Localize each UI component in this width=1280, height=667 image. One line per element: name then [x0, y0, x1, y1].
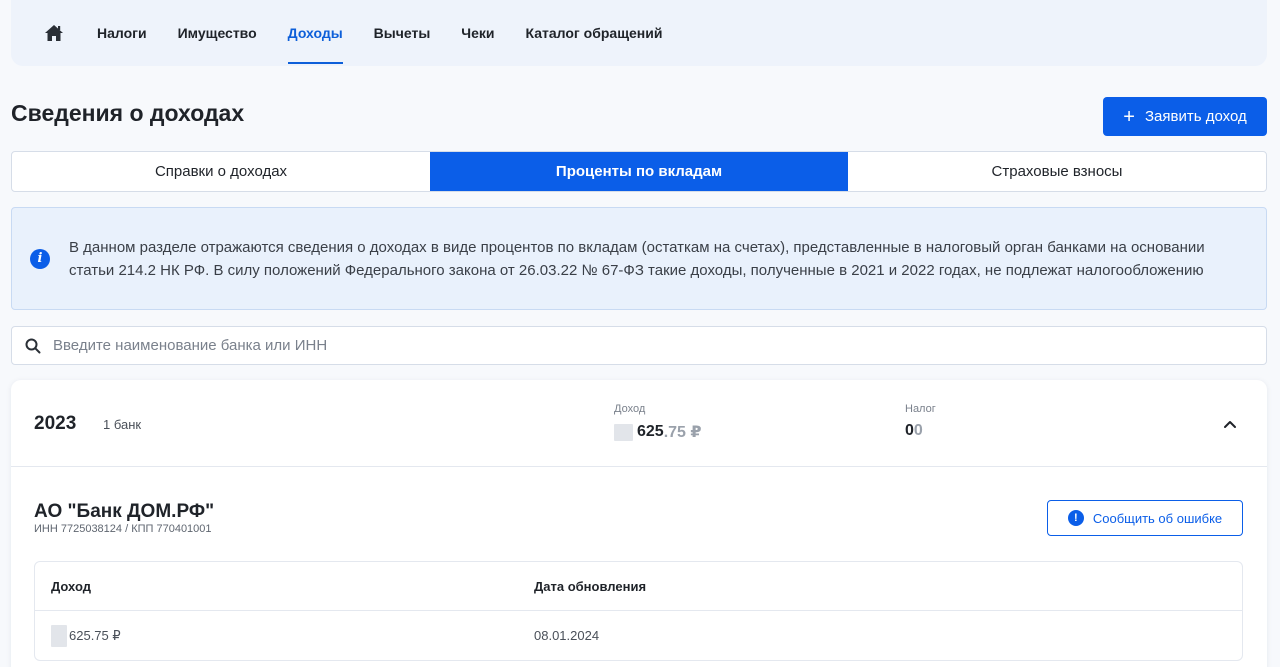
declare-income-label: Заявить доход	[1144, 108, 1247, 125]
nav-item-taxes[interactable]: Налоги	[97, 0, 147, 66]
chevron-up-icon[interactable]	[1222, 416, 1238, 432]
tab-insurance-contributions[interactable]: Страховые взносы	[848, 152, 1266, 191]
search-input[interactable]	[53, 337, 1153, 354]
column-header-update-date: Дата обновления	[534, 579, 647, 594]
income-total-main: 625	[637, 423, 664, 440]
home-icon[interactable]	[44, 23, 64, 43]
tax-label: Налог	[905, 403, 936, 415]
info-text: В данном разделе отражаются сведения о д…	[69, 238, 1205, 279]
tab-income-certificates[interactable]: Справки о доходах	[12, 152, 430, 191]
search-icon	[25, 338, 41, 353]
income-table: Доход Дата обновления 625.75 ₽ 08.01.202…	[34, 561, 1243, 661]
year-card: 2023 1 банк Доход 625 .75 ₽ Налог 0 0 АО…	[11, 380, 1267, 667]
page-title: Сведения о доходах	[11, 100, 245, 126]
table-header: Доход Дата обновления	[35, 562, 1242, 611]
table-row: 625.75 ₽ 08.01.2024	[35, 611, 1242, 660]
plus-icon: +	[1123, 105, 1135, 128]
tax-total-fraction: 0	[913, 422, 923, 439]
hidden-digits-mask	[614, 423, 633, 441]
tab-deposit-interest[interactable]: Проценты по вкладам	[430, 152, 848, 191]
bank-name: АО "Банк ДОМ.РФ"	[34, 501, 215, 522]
nav-item-income[interactable]: Доходы	[287, 0, 343, 66]
info-banner: i В данном разделе отражаются сведения о…	[11, 207, 1267, 310]
row-update-date: 08.01.2024	[534, 628, 600, 643]
income-total: 625 .75 ₽	[614, 422, 702, 442]
income-tabs: Справки о доходах Проценты по вкладам Ст…	[11, 151, 1267, 192]
year-label: 2023	[34, 413, 77, 434]
report-error-button[interactable]: ! Сообщить об ошибке	[1047, 500, 1243, 536]
row-income: 625.75 ₽	[51, 611, 121, 660]
top-navigation: Налоги Имущество Доходы Вычеты Чеки Ката…	[11, 0, 1267, 66]
declare-income-button[interactable]: + Заявить доход	[1103, 97, 1267, 136]
report-error-label: Сообщить об ошибке	[1092, 510, 1223, 526]
bank-count: 1 банк	[103, 417, 142, 432]
nav-item-property[interactable]: Имущество	[178, 0, 257, 66]
row-income-value: 625.75 ₽	[69, 627, 121, 643]
alert-icon: !	[1067, 510, 1084, 526]
income-label: Доход	[614, 403, 646, 415]
nav-item-appeals-catalog[interactable]: Каталог обращений	[526, 0, 663, 66]
info-icon: i	[30, 248, 50, 269]
tax-total: 0 0	[905, 422, 923, 440]
search-bar	[11, 326, 1267, 365]
column-header-income: Доход	[51, 579, 91, 594]
bank-ids: ИНН 7725038124 / КПП 770401001	[34, 523, 212, 535]
hidden-digits-mask	[51, 624, 67, 647]
tax-total-main: 0	[905, 422, 914, 439]
nav-item-deductions[interactable]: Вычеты	[374, 0, 431, 66]
year-card-header[interactable]: 2023 1 банк Доход 625 .75 ₽ Налог 0 0	[11, 380, 1267, 467]
nav-item-receipts[interactable]: Чеки	[461, 0, 494, 66]
income-total-fraction: .75 ₽	[663, 424, 702, 441]
